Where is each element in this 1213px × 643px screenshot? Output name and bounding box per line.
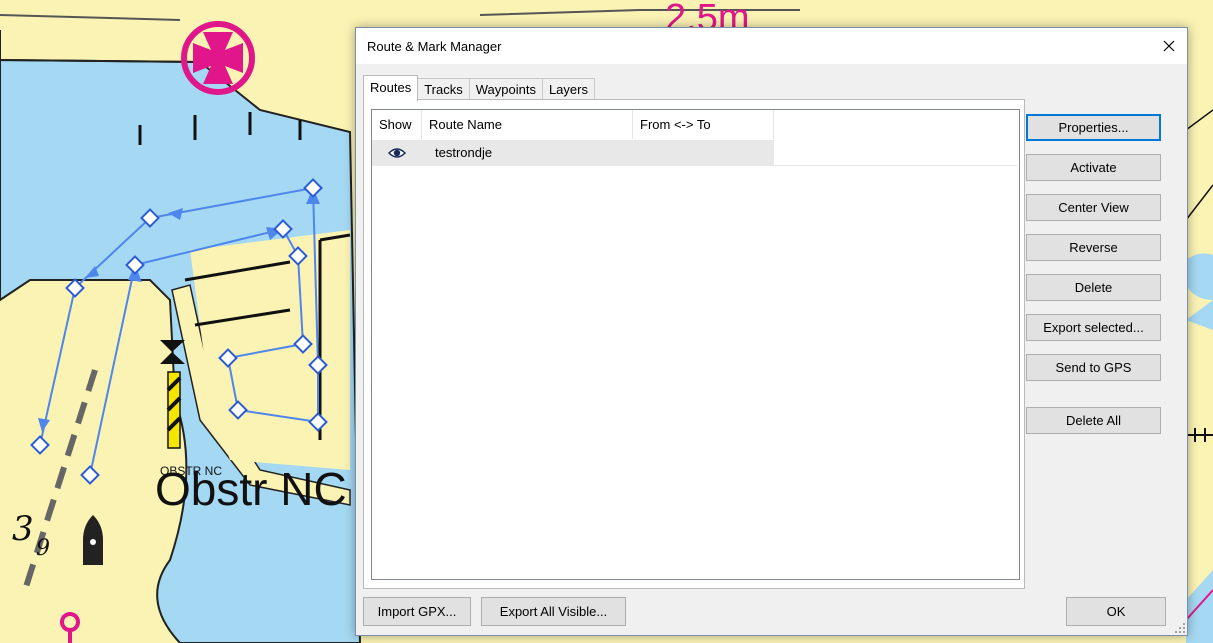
center-view-button[interactable]: Center View (1026, 194, 1161, 221)
import-gpx-button[interactable]: Import GPX... (363, 597, 471, 626)
properties-button[interactable]: Properties... (1026, 114, 1161, 141)
delete-all-button[interactable]: Delete All (1026, 407, 1161, 434)
eye-icon (388, 147, 406, 158)
route-row[interactable]: testrondje (372, 140, 774, 165)
column-from-to[interactable]: From <-> To (633, 110, 774, 139)
activate-button[interactable]: Activate (1026, 154, 1161, 181)
obstruction-label: Obstr NC (155, 463, 347, 515)
close-icon (1163, 40, 1175, 52)
route-mark-manager-dialog: Route & Mark Manager Routes Tracks Waypo… (355, 27, 1188, 636)
tab-bar: Routes Tracks Waypoints Layers (363, 75, 595, 101)
ok-button[interactable]: OK (1066, 597, 1166, 626)
reverse-button[interactable]: Reverse (1026, 234, 1161, 261)
route-visibility-toggle[interactable] (372, 147, 422, 159)
dialog-title: Route & Mark Manager (367, 39, 502, 54)
export-selected-button[interactable]: Export selected... (1026, 314, 1161, 341)
tab-routes[interactable]: Routes (363, 75, 419, 101)
magenta-cross-mark-icon (181, 21, 255, 95)
row-divider (372, 165, 1017, 166)
route-name-cell: testrondje (435, 145, 493, 160)
close-button[interactable] (1151, 28, 1187, 64)
delete-button[interactable]: Delete (1026, 274, 1161, 301)
tab-tracks[interactable]: Tracks (417, 78, 470, 100)
tab-waypoints[interactable]: Waypoints (468, 78, 543, 100)
column-show[interactable]: Show (372, 110, 422, 139)
depth-label: 3 (12, 509, 34, 549)
resize-grip-icon[interactable] (1174, 622, 1186, 634)
depth-subscript: 9 (36, 536, 50, 561)
route-list-header: Show Route Name From <-> To (372, 110, 774, 139)
export-all-visible-button[interactable]: Export All Visible... (481, 597, 626, 626)
column-route-name[interactable]: Route Name (422, 110, 633, 139)
send-to-gps-button[interactable]: Send to GPS (1026, 354, 1161, 381)
route-list[interactable]: Show Route Name From <-> To testrondje (371, 109, 1020, 580)
dialog-titlebar[interactable]: Route & Mark Manager (356, 28, 1187, 64)
tab-layers[interactable]: Layers (541, 78, 595, 100)
routes-panel: Show Route Name From <-> To testrondje (363, 99, 1025, 589)
